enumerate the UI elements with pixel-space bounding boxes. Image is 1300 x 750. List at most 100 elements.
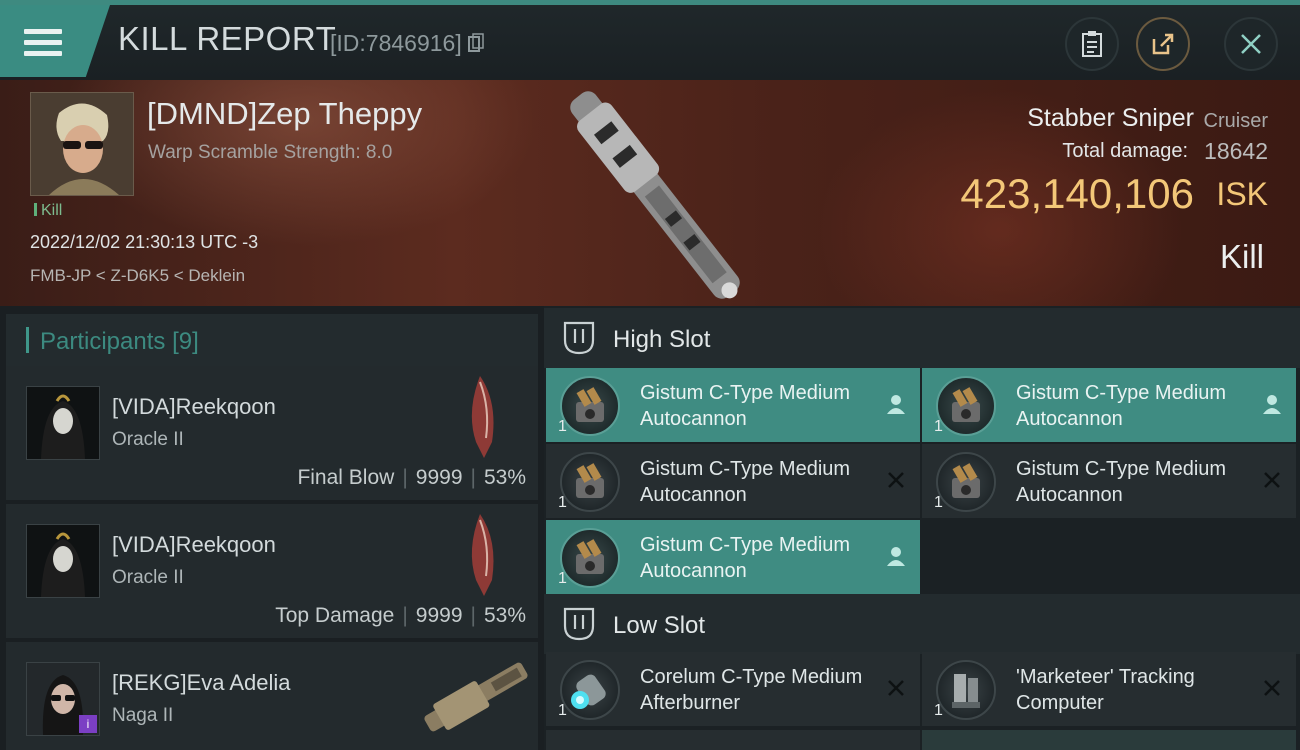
module-image — [952, 463, 980, 498]
module-image — [576, 387, 604, 422]
destroyed-x-icon[interactable] — [884, 468, 908, 492]
header-accent — [26, 327, 29, 353]
participant-portrait — [27, 525, 99, 597]
participants-label: Participants — [40, 328, 166, 355]
pilot-icon[interactable] — [884, 544, 908, 568]
participant-percent: 53% — [483, 466, 526, 489]
participants-count: [9] — [172, 328, 199, 355]
victim-name[interactable]: [DMND]Zep Theppy — [147, 96, 422, 132]
module-name: 'Marketeer' Tracking Computer — [1016, 666, 1195, 714]
participant-damage: 9999 — [415, 604, 463, 627]
module-name: Gistum C-Type Medium Autocannon — [640, 458, 851, 506]
accent-line — [0, 0, 1300, 5]
module-name: Gistum C-Type Medium Autocannon — [1016, 382, 1227, 430]
module-slot[interactable]: 1 Gistum C-Type Medium Autocannon — [546, 444, 920, 518]
module-name: Gistum C-Type Medium Autocannon — [640, 534, 851, 582]
clipboard-button[interactable] — [1065, 17, 1119, 71]
pilot-icon[interactable] — [1260, 392, 1284, 416]
module-slot-partial[interactable] — [546, 730, 920, 750]
module-quantity: 1 — [934, 494, 943, 511]
module-quantity: 1 — [934, 418, 943, 435]
participants-title: Participants [9] — [40, 328, 199, 356]
module-icon — [560, 452, 620, 512]
participant-name: [VIDA]Reekqoon — [112, 394, 276, 419]
participant-percent: 53% — [483, 604, 526, 627]
kill-tag-marker — [34, 203, 37, 216]
participant-row[interactable]: [VIDA]Reekqoon Oracle II Top Damage | 9999… — [6, 504, 538, 638]
victim-avatar-image — [31, 93, 133, 195]
close-button[interactable] — [1224, 17, 1278, 71]
module-image — [571, 674, 606, 709]
high-slot-title: High Slot — [613, 326, 711, 353]
participant-avatar[interactable] — [26, 524, 100, 598]
menu-button[interactable] — [0, 5, 110, 77]
low-slot-icon — [563, 607, 595, 641]
corp-badge-icon: i — [79, 715, 97, 733]
title-bar: KILL REPORT [ID:7846916] — [0, 0, 1300, 80]
total-damage-value: 18642 — [1204, 138, 1268, 164]
participant-row[interactable]: i [REKG]Eva Adelia Naga II — [6, 642, 538, 750]
participant-avatar[interactable] — [26, 386, 100, 460]
module-slot[interactable]: 1 Corelum C-Type Medium Afterburner — [546, 652, 920, 726]
module-slot[interactable]: 1 Gistum C-Type Medium Autocannon — [922, 368, 1296, 442]
kill-datetime: 2022/12/02 21:30:13 UTC -3 — [30, 232, 259, 252]
destroyed-x-icon[interactable] — [1260, 468, 1284, 492]
module-icon — [560, 528, 620, 588]
module-image — [576, 539, 604, 574]
module-name: Corelum C-Type Medium Afterburner — [640, 666, 863, 714]
module-slot[interactable]: 1 Gistum C-Type Medium Autocannon — [546, 368, 920, 442]
module-quantity: 1 — [558, 494, 567, 511]
close-icon — [1241, 34, 1261, 54]
isk-value: 423,140,106 — [960, 170, 1194, 217]
warp-scramble-strength: Warp Scramble Strength: 8.0 — [148, 142, 393, 163]
module-icon — [936, 452, 996, 512]
participant-avatar[interactable]: i — [26, 662, 100, 736]
share-button[interactable] — [1136, 17, 1190, 71]
module-quantity: 1 — [558, 418, 567, 435]
participant-ship: Naga II — [112, 705, 174, 726]
participant-name: [REKG]Eva Adelia — [112, 670, 291, 695]
module-name: Gistum C-Type Medium Autocannon — [1016, 458, 1227, 506]
victim-banner: [DMND]Zep Theppy Warp Scramble Strength:… — [0, 80, 1300, 306]
module-image — [952, 674, 980, 708]
victim-portrait[interactable] — [30, 92, 134, 196]
module-image — [576, 463, 604, 498]
share-icon — [1152, 33, 1174, 55]
destroyed-x-icon[interactable] — [884, 676, 908, 700]
report-id[interactable]: [ID:7846916] — [330, 30, 484, 57]
participant-row[interactable]: [VIDA]Reekqoon Oracle II Final Blow | 9999… — [6, 366, 538, 500]
participants-header[interactable]: Participants [9] — [6, 314, 538, 366]
module-quantity: 1 — [934, 702, 943, 719]
high-slot-icon — [563, 321, 595, 355]
destroyed-x-icon[interactable] — [1260, 676, 1284, 700]
victim-ship-class: Cruiser — [1203, 110, 1268, 132]
low-slot-header: Low Slot — [544, 594, 1300, 654]
participants-panel: Participants [9] [VIDA]Reekqoon Oracle I… — [0, 306, 544, 750]
high-slot-header: High Slot — [544, 308, 1300, 368]
module-icon — [560, 376, 620, 436]
module-slot-partial[interactable] — [922, 730, 1296, 750]
participant-label: Final Blow — [297, 466, 395, 489]
module-icon — [936, 376, 996, 436]
participant-ship-image — [471, 376, 494, 458]
participant-stats: Final Blow | 9999 | 53% — [297, 466, 526, 489]
module-icon — [560, 660, 620, 720]
total-damage-label: Total damage: — [1062, 140, 1188, 162]
module-slot[interactable]: 1 Gistum C-Type Medium Autocannon — [922, 444, 1296, 518]
pilot-icon[interactable] — [884, 392, 908, 416]
kill-result: Kill — [1219, 238, 1264, 275]
kill-tag-label: Kill — [41, 202, 63, 219]
victim-ship-name[interactable]: Stabber Sniper — [1027, 104, 1194, 133]
kill-tag: Kill — [34, 202, 62, 220]
participant-label: Top Damage — [275, 604, 395, 627]
module-icon — [936, 660, 996, 720]
hamburger-icon — [24, 29, 62, 57]
participant-ship-image — [471, 514, 494, 596]
page-title: KILL REPORT — [118, 20, 337, 57]
module-slot[interactable]: 1 Gistum C-Type Medium Autocannon — [546, 520, 920, 594]
report-id-text: [ID:7846916] — [330, 30, 462, 56]
module-slot[interactable]: 1 'Marketeer' Tracking Computer — [922, 652, 1296, 726]
copy-icon[interactable] — [468, 33, 484, 53]
clipboard-icon — [1082, 31, 1102, 57]
module-quantity: 1 — [558, 570, 567, 587]
